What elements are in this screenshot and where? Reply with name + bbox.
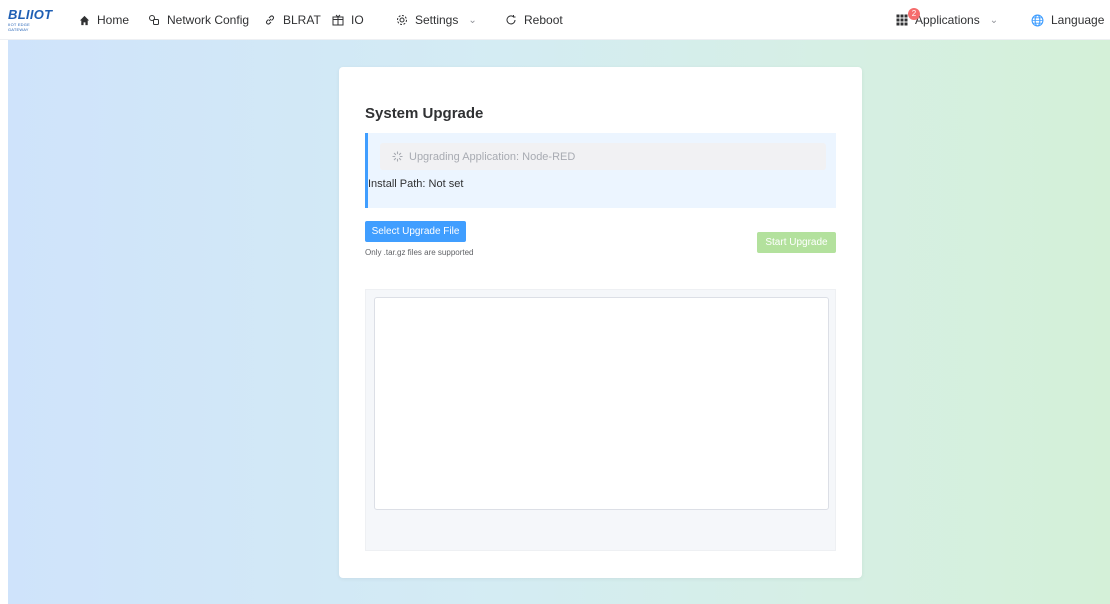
upgrade-info-box: Upgrading Application: Node-RED Install …: [365, 133, 836, 208]
grid-apps-icon: [896, 14, 908, 26]
nav-applications[interactable]: Applications ⌄: [896, 0, 998, 40]
system-upgrade-card: System Upgrade Upgrading Application: No…: [339, 67, 862, 578]
nav-language[interactable]: Language ⌄: [1031, 0, 1110, 40]
settings-gear-icon: [397, 15, 407, 25]
upgrade-log-output[interactable]: [374, 297, 829, 510]
nav-network-config-label: Network Config: [167, 13, 250, 27]
logo-title: BLIIOT: [8, 7, 53, 22]
upgrade-status-text: Upgrading Application: Node-RED: [409, 150, 576, 163]
upgrade-log-panel: [365, 289, 836, 551]
refresh-icon: [506, 15, 516, 25]
top-nav: BLIIOT IIOT EDGE GATEWAY Home Network Co…: [0, 0, 1110, 40]
page-title: System Upgrade: [365, 105, 484, 122]
nav-reboot[interactable]: Reboot: [505, 0, 563, 40]
nav-language-label: Language: [1051, 13, 1105, 27]
nav-applications-label: Applications: [915, 13, 980, 27]
notification-badge: 2: [908, 8, 920, 20]
nav-settings-label: Settings: [415, 13, 459, 27]
nav-blrat-label: BLRAT: [283, 13, 321, 27]
logo-subtitle: IIOT EDGE GATEWAY: [8, 22, 30, 32]
nav-io-label: IO: [351, 13, 364, 27]
nav-blrat[interactable]: BLRAT: [264, 0, 321, 40]
file-type-hint: Only .tar.gz files are supported: [365, 248, 474, 257]
loading-spinner-icon: [392, 151, 403, 162]
chevron-down-icon: ⌄: [468, 14, 477, 26]
io-box-icon: [332, 14, 344, 26]
upgrade-status: Upgrading Application: Node-RED: [380, 143, 826, 170]
nav-network-config[interactable]: Network Config: [148, 0, 249, 40]
logo[interactable]: BLIIOT IIOT EDGE GATEWAY: [8, 7, 53, 34]
chevron-down-icon: ⌄: [989, 14, 999, 26]
nav-settings[interactable]: Settings ⌄: [396, 0, 477, 40]
link-icon: [266, 15, 274, 25]
nav-io[interactable]: IO: [332, 0, 364, 40]
select-upgrade-file-button[interactable]: Select Upgrade File: [365, 221, 466, 242]
home-icon: [79, 15, 90, 25]
globe-icon: [1031, 14, 1044, 26]
nav-home[interactable]: Home: [79, 0, 129, 40]
network-icon: [149, 15, 159, 25]
install-path: Install Path: Not set: [368, 178, 464, 190]
nav-reboot-label: Reboot: [524, 13, 563, 27]
nav-home-label: Home: [97, 13, 130, 27]
start-upgrade-button[interactable]: Start Upgrade: [757, 232, 836, 253]
